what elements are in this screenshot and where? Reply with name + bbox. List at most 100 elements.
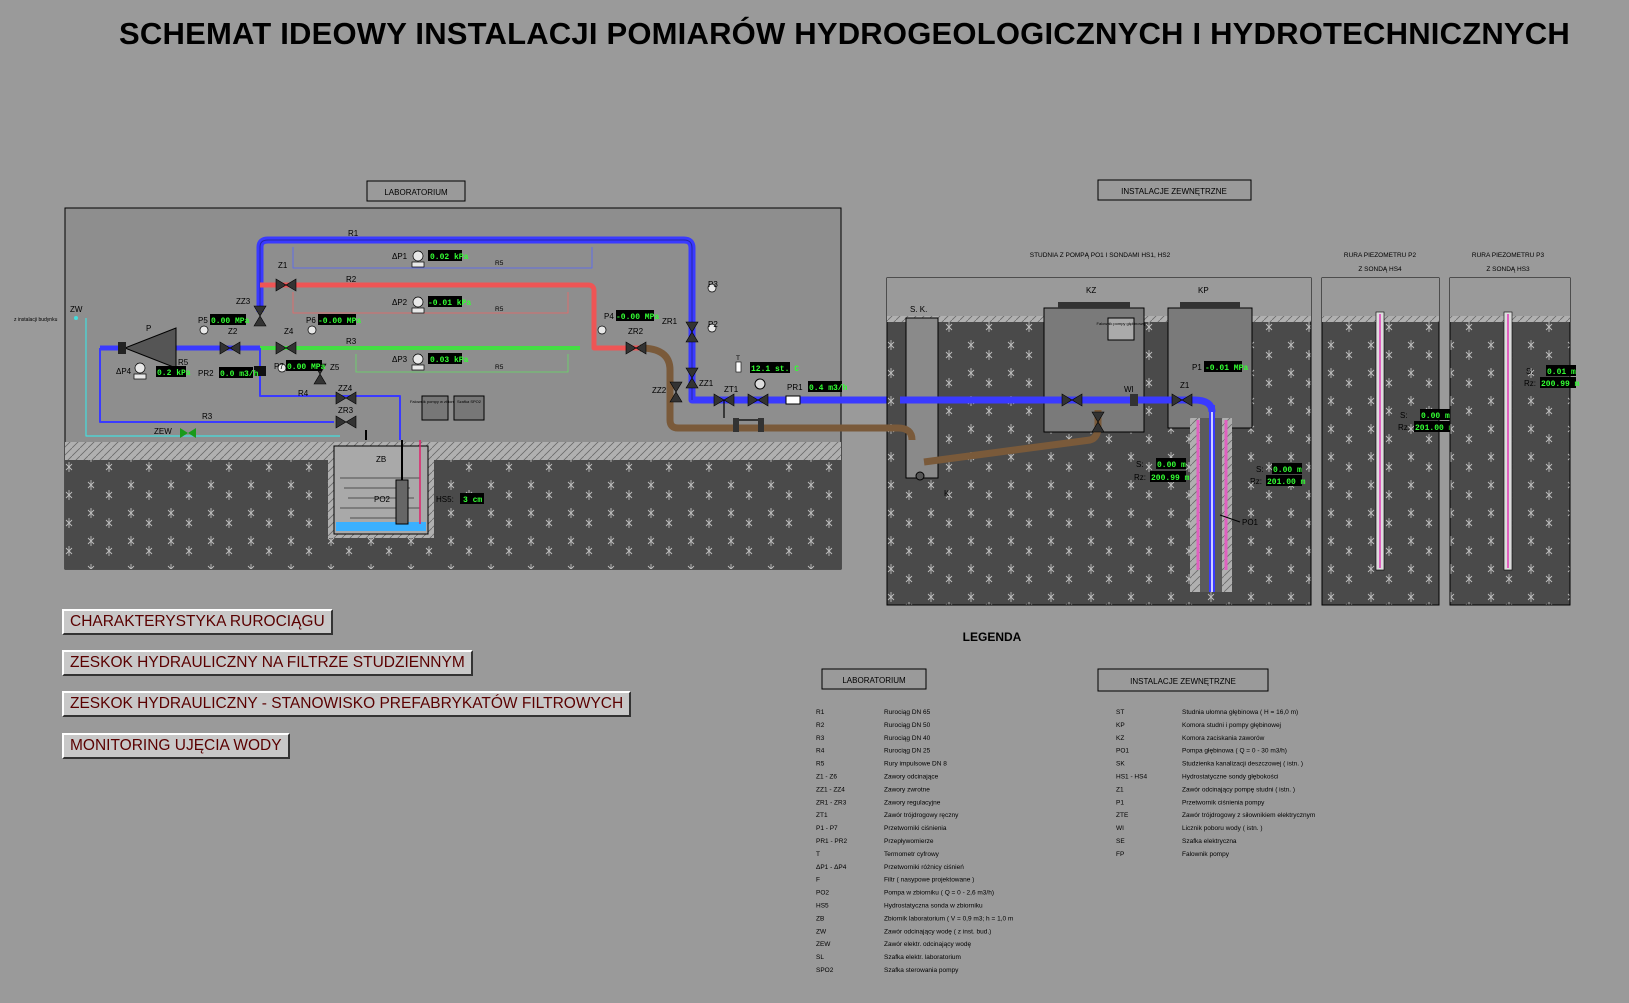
legend-title: LEGENDA bbox=[963, 630, 1022, 644]
reading-p2-s: 0.00 m bbox=[1421, 412, 1450, 421]
legend-lab-row-code: ZZ1 - ZZ4 bbox=[816, 786, 845, 793]
label-r5-a: R5 bbox=[495, 260, 504, 267]
legend-ext-row-desc: Hydrostatyczne sondy głębokości bbox=[1182, 774, 1278, 781]
legend-ext-row-code: WI bbox=[1116, 825, 1124, 832]
label-dp4: ΔP4 bbox=[116, 367, 132, 376]
reading-pr2: 0.0 m3/h bbox=[220, 370, 259, 379]
label-k: K bbox=[944, 489, 950, 498]
label-rz-p3: Rz: bbox=[1524, 379, 1536, 388]
p2-title-b: Z SONDĄ HS4 bbox=[1358, 266, 1402, 273]
lab-section-label: LABORATORIUM bbox=[384, 188, 448, 197]
nav-button-hydraulic-jump-filter-prefab[interactable]: ZESKOK HYDRAULICZNY - STANOWISKO PREFABR… bbox=[62, 691, 632, 717]
nav-button-hydraulic-jump-well-filter[interactable]: ZESKOK HYDRAULICZNY NA FILTRZE STUDZIENN… bbox=[62, 650, 473, 676]
legend-ext-row-code: SE bbox=[1116, 838, 1125, 845]
legend-ext-row-desc: Studzienka kanalizacji deszczowej ( istn… bbox=[1182, 761, 1303, 768]
cabinet-1: Falownik pompy w zbiorniku bbox=[410, 399, 460, 404]
label-from-building: z instalacji budynku bbox=[14, 317, 58, 323]
label-zew: ZEW bbox=[154, 427, 172, 436]
reading-t: 12.1 st. C bbox=[751, 365, 799, 374]
legend-lab-row-code: P1 - P7 bbox=[816, 825, 838, 832]
label-r5-c: R5 bbox=[495, 364, 504, 371]
label-rz-w2: Rz: bbox=[1250, 477, 1262, 486]
legend-lab-row-desc: Szafka elektr. laboratorium bbox=[884, 954, 961, 961]
legend-ext-row-code: KZ bbox=[1116, 735, 1124, 742]
legend-lab-row-desc: Rury impulsowe DN 8 bbox=[884, 761, 947, 768]
legend-lab-row-desc: Przetworniki ciśnienia bbox=[884, 825, 947, 832]
legend-lab-row-code: ZEW bbox=[816, 941, 831, 948]
label-rz-w1: Rz: bbox=[1134, 473, 1146, 482]
reading-p7: 0.00 MPa bbox=[287, 363, 326, 372]
legend-lab-row-desc: Zawory regulacyjne bbox=[884, 799, 941, 806]
piezometer-p2: S: 0.00 m Rz: 201.00 m bbox=[1321, 277, 1454, 606]
reading-dp3: 0.03 kPa bbox=[430, 356, 469, 365]
label-r2: R2 bbox=[346, 275, 357, 284]
p3-title-a: RURA PIEZOMETRU P3 bbox=[1472, 252, 1545, 259]
legend-lab-row-desc: Szafka sterowania pompy bbox=[884, 967, 959, 974]
label-pr1: PR1 bbox=[787, 383, 803, 392]
p2-title-a: RURA PIEZOMETRU P2 bbox=[1344, 252, 1417, 259]
nav-button-water-intake-monitoring[interactable]: MONITORING UJĘCIA WODY bbox=[62, 733, 290, 759]
label-kz: KZ bbox=[1086, 286, 1096, 295]
reading-p4: -0.00 MPa bbox=[616, 313, 659, 322]
label-r5-b: R5 bbox=[495, 306, 504, 313]
reading-p5: 0.00 MPa bbox=[211, 317, 250, 326]
legend-lab-row-code: R4 bbox=[816, 748, 825, 755]
inverter-box: Falownik pompy głębinowej bbox=[1097, 321, 1146, 326]
label-zw: ZW bbox=[70, 305, 83, 314]
legend-ext-row-desc: Pompa głębinowa ( Q = 0 - 30 m3/h) bbox=[1182, 748, 1287, 755]
reading-w1-rz: 200.99 m bbox=[1151, 474, 1190, 483]
label-p: P bbox=[146, 324, 151, 333]
nav-button-pipeline-characteristics[interactable]: CHARAKTERYSTYKA RUROCIĄGU bbox=[62, 609, 333, 635]
cabinet-2: Szafka SPO2 bbox=[457, 399, 482, 404]
reading-w1-s: 0.00 m bbox=[1157, 461, 1186, 470]
legend-lab-row-code: PO2 bbox=[816, 890, 829, 897]
hydraulic-schematic: LABORATORIUM ZB PO2 HS5: 3 cm R5 R5 R5 R… bbox=[14, 179, 1580, 974]
label-dp1: ΔP1 bbox=[392, 252, 408, 261]
label-p1: P1 bbox=[1192, 363, 1202, 372]
legend-lab-row-desc: Rurociąg DN 50 bbox=[884, 722, 931, 729]
legend-lab-row-code: SL bbox=[816, 954, 824, 961]
reading-p1: -0.01 MPa bbox=[1205, 364, 1248, 373]
legend-ext-row-code: HS1 - HS4 bbox=[1116, 774, 1147, 781]
label-rz-p2: Rz: bbox=[1398, 423, 1410, 432]
legend-ext-row-code: ZTE bbox=[1116, 812, 1129, 819]
legend-lab-row-desc: Filtr ( nasypowe projektowane ) bbox=[884, 877, 974, 884]
ext-section-label: INSTALACJE ZEWNĘTRZNE bbox=[1121, 187, 1227, 196]
reading-hs5: 3 cm bbox=[463, 496, 482, 505]
label-zt1: ZT1 bbox=[724, 385, 739, 394]
reading-w2-s: 0.00 m bbox=[1273, 466, 1302, 475]
legend-lab-row-code: R1 bbox=[816, 709, 825, 716]
legend-ext-row-code: P1 bbox=[1116, 799, 1124, 806]
label-zr3: ZR3 bbox=[338, 406, 354, 415]
legend-lab-row-desc: Rurociąg DN 25 bbox=[884, 748, 931, 755]
legend-lab-row-desc: Hydrostatyczna sonda w zbiorniku bbox=[884, 903, 983, 910]
label-p3: P3 bbox=[708, 280, 718, 289]
piezometer-p3: S: 0.01 m Rz: 200.99 m bbox=[1449, 277, 1580, 606]
legend-lab-row-desc: Zawory zwrotne bbox=[884, 786, 930, 793]
legend-lab-row-code: R3 bbox=[816, 735, 825, 742]
label-z1-ext: Z1 bbox=[1180, 381, 1190, 390]
legend-lab-list: R1 Rurociąg DN 65 R2 Rurociąg DN 50 R3 Ruroci… bbox=[816, 709, 1013, 974]
legend-lab-row-desc: Zawory odcinające bbox=[884, 774, 939, 781]
legend-ext-row-desc: Zawór odcinający pompę studni ( istn. ) bbox=[1182, 786, 1295, 793]
legend-lab-row-code: F bbox=[816, 877, 820, 884]
legend-ext-row-desc: Falownik pompy bbox=[1182, 851, 1230, 858]
label-zz2: ZZ2 bbox=[652, 386, 667, 395]
label-dp2: ΔP2 bbox=[392, 298, 408, 307]
label-p5: P5 bbox=[198, 316, 208, 325]
reading-p6: -0.00 MPa bbox=[318, 317, 361, 326]
legend-lab-row-desc: Rurociąg DN 65 bbox=[884, 709, 931, 716]
legend-ext-row-desc: Przetwornik ciśnienia pompy bbox=[1182, 799, 1265, 806]
label-s-p2: S: bbox=[1400, 411, 1408, 420]
legend-lab-row-code: HS5 bbox=[816, 903, 829, 910]
label-kp: KP bbox=[1198, 286, 1209, 295]
legend-lab-row-code: R5 bbox=[816, 761, 825, 768]
legend-ext-row-desc: Komora studni i pompy głębinowej bbox=[1182, 722, 1281, 729]
reading-w2-rz: 201.00 m bbox=[1267, 478, 1306, 487]
label-po1: PO1 bbox=[1242, 518, 1259, 527]
legend-ext-label: INSTALACJE ZEWNĘTRZNE bbox=[1130, 677, 1236, 686]
legend-lab-row-desc: Rurociąg DN 40 bbox=[884, 735, 931, 742]
label-p2: P2 bbox=[708, 320, 718, 329]
legend-lab-row-code: ZT1 bbox=[816, 812, 828, 819]
label-s-w2: S: bbox=[1256, 465, 1264, 474]
